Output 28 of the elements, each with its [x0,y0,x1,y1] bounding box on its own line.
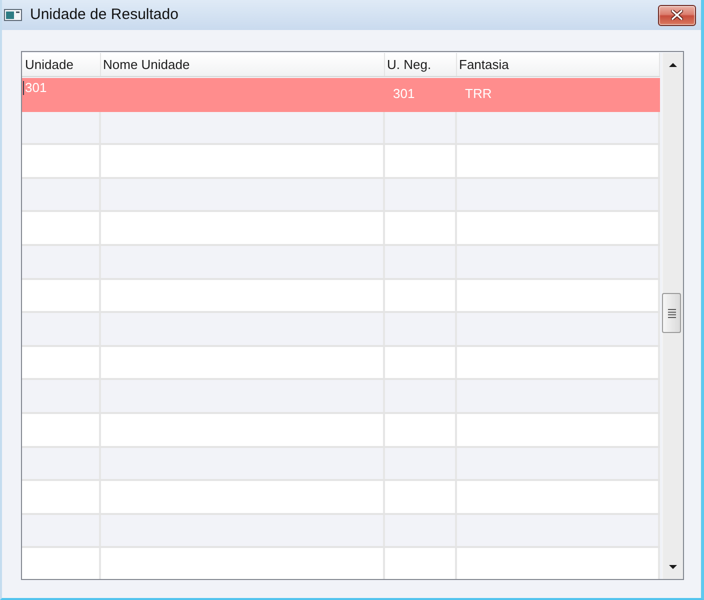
table-row[interactable] [22,448,660,482]
table-row[interactable] [22,112,660,146]
table-row[interactable] [22,246,660,280]
table-cell-text: 301 [393,85,415,104]
window-icon [4,9,22,21]
table-row[interactable] [22,145,660,179]
table-cell-text: TRR [465,85,492,104]
close-button[interactable] [658,4,696,26]
scroll-down-icon[interactable] [669,565,677,569]
table-row[interactable] [22,514,660,548]
scrollbar-thumb[interactable] [662,293,681,333]
grip-icon [668,308,676,318]
table-row[interactable] [22,178,660,212]
table-row[interactable] [22,346,660,380]
table-row[interactable] [22,380,660,414]
vertical-scrollbar[interactable] [662,53,683,579]
table-row[interactable] [22,481,660,515]
column-header[interactable]: Fantasia [457,53,660,76]
column-header[interactable]: U. Neg. [385,53,457,76]
scroll-up-icon[interactable] [669,63,677,67]
window-title: Unidade de Resultado [30,4,178,25]
text-cursor-icon [23,80,24,94]
close-icon [671,10,683,20]
table-row[interactable] [22,548,660,579]
table-row[interactable] [22,212,660,246]
column-header[interactable]: Nome Unidade [101,53,385,76]
table-row[interactable] [22,414,660,448]
column-header[interactable]: Unidade [22,53,101,76]
